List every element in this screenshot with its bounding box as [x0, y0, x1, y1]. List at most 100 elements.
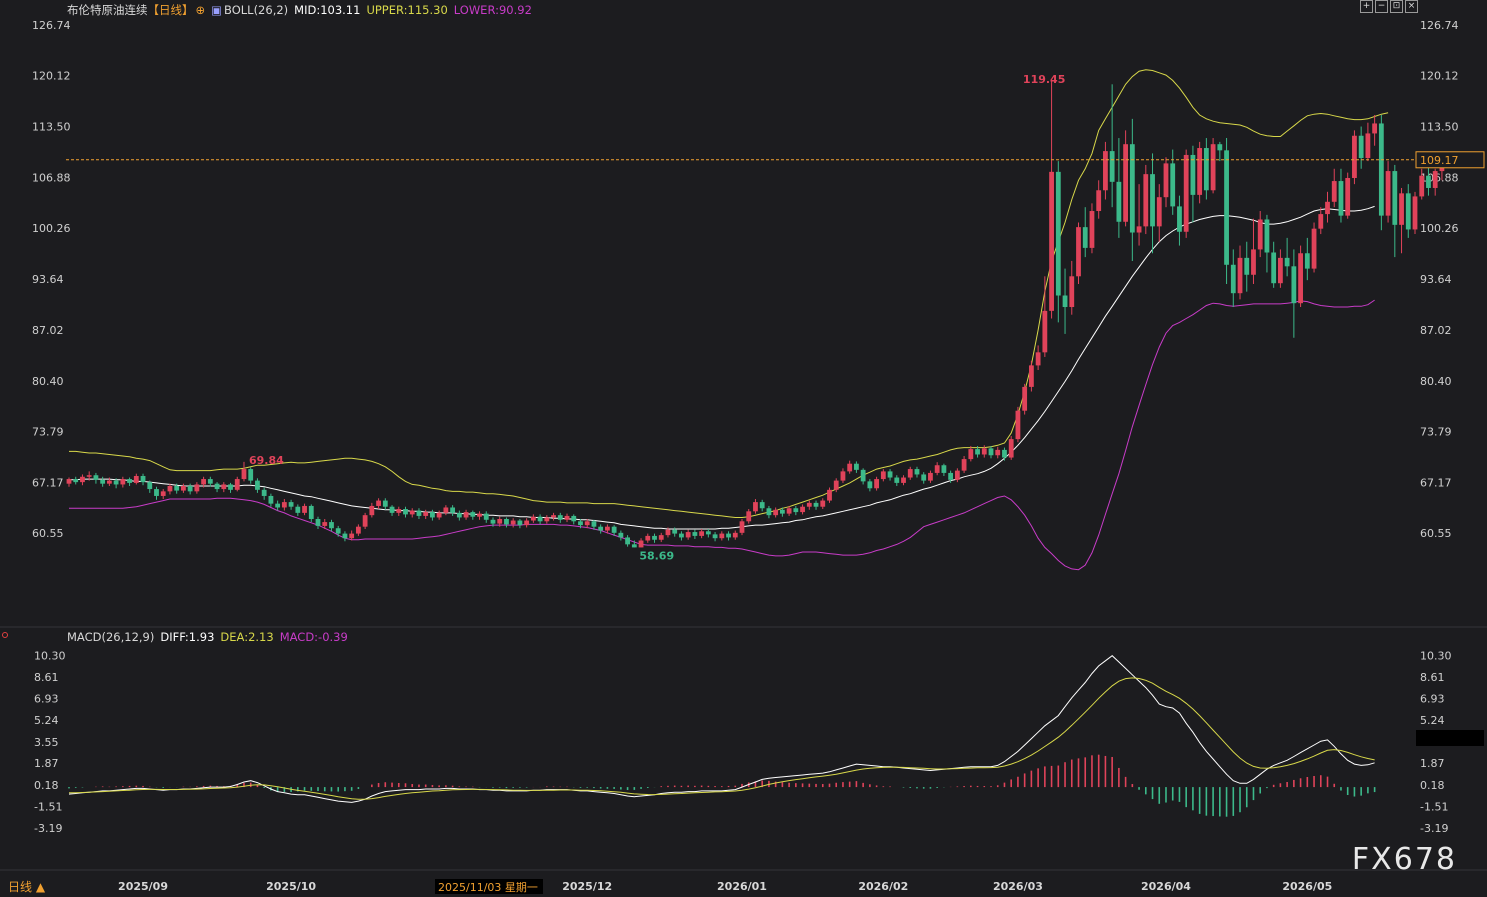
macd-dea-line [68, 677, 1375, 800]
candle-body [1257, 219, 1263, 250]
candle-body [1345, 177, 1351, 216]
candle-body [1035, 352, 1041, 366]
candle-body [907, 469, 913, 478]
y-tick-label-left: 93.64 [32, 273, 64, 286]
maximize-icon[interactable]: ⊡ [1390, 0, 1403, 13]
candle-body [773, 509, 779, 516]
candle-body [66, 479, 72, 484]
candle-body [342, 533, 348, 539]
candle-body [1076, 227, 1081, 277]
candle-body [1372, 123, 1378, 134]
y-tick-label-right: 73.79 [1420, 426, 1452, 439]
macd-value-box [1416, 730, 1484, 746]
candle-body [1028, 365, 1034, 387]
candle-body [113, 480, 119, 485]
x-tick-label: 2026/03 [993, 880, 1043, 893]
candle-body [349, 533, 355, 539]
candle-body [389, 506, 395, 513]
candle-body [1365, 133, 1371, 159]
candle-body [591, 521, 597, 527]
candle-body [712, 534, 718, 539]
candle-body [564, 515, 570, 520]
candle-body [1062, 295, 1068, 308]
candle-body [187, 485, 193, 492]
high-annotation: 119.45 [1023, 73, 1065, 86]
candle-body [1177, 206, 1182, 232]
y-tick-label-right: 87.02 [1420, 324, 1452, 337]
zoom-out-icon[interactable]: − [1375, 0, 1388, 13]
indicator-toggle-icon[interactable]: ▣ [211, 3, 222, 17]
boll-mid: MID:103.11 [294, 3, 361, 17]
candle-body [315, 519, 321, 526]
candle-body [854, 463, 859, 470]
close-icon[interactable]: × [1405, 0, 1418, 13]
candle-body [1116, 181, 1122, 222]
candle-body [1022, 386, 1028, 411]
candle-body [692, 532, 698, 536]
candle-body [281, 502, 287, 508]
candle-body [699, 531, 705, 536]
candle-body [1197, 148, 1203, 195]
candle-body [416, 510, 422, 516]
candle-body [490, 519, 496, 524]
candle-body [86, 475, 92, 477]
macd-tick-label-right: -1.51 [1420, 800, 1448, 813]
candle-body [241, 469, 247, 480]
candle-body [302, 505, 307, 513]
y-tick-label-left: 87.02 [32, 324, 64, 337]
candle-body [1405, 193, 1411, 230]
chart-toolbar: + − ⊡ × [1360, 0, 1418, 13]
candle-body [1008, 439, 1014, 458]
candle-body [880, 471, 886, 480]
candle-body [261, 489, 267, 496]
candle-body [948, 472, 954, 480]
y-tick-label-left: 113.50 [32, 121, 71, 134]
macd-tick-label-left: 6.93 [34, 693, 59, 706]
candle-body [154, 489, 159, 496]
candle-body [120, 479, 126, 485]
candle-body [181, 485, 186, 491]
candle-body [833, 480, 839, 490]
macd-value: MACD:-0.39 [279, 630, 348, 644]
candle-body [268, 495, 274, 504]
period-switch-button[interactable]: 日线 ▲ [8, 878, 45, 895]
candle-body [1338, 181, 1344, 216]
candle-body [753, 502, 758, 512]
period-tag[interactable]: 【日线】 [148, 3, 194, 17]
y-tick-label-left: 73.79 [32, 426, 64, 439]
candle-body [1103, 151, 1108, 191]
candle-body [335, 528, 341, 534]
candle-body [1224, 150, 1229, 265]
candle-body [571, 515, 577, 522]
macd-tick-label-left: 5.24 [34, 714, 59, 727]
candle-body [127, 479, 132, 483]
candle-body [894, 477, 900, 483]
candle-body [194, 484, 200, 492]
macd-tick-label-left: 10.30 [34, 650, 66, 663]
candle-body [106, 480, 112, 484]
candle-body [403, 509, 408, 515]
candle-body [1230, 264, 1236, 294]
zoom-in-icon[interactable]: + [1360, 0, 1373, 13]
candle-body [1183, 154, 1189, 232]
macd-pane-marker-icon [2, 632, 8, 638]
candle-body [1237, 257, 1243, 294]
candle-body [409, 510, 415, 515]
chart-canvas[interactable]: 126.74 126.74 120.12 120.12 113.50 113.50 106.… [0, 0, 1487, 897]
candle-body [611, 526, 617, 533]
candle-body [1129, 144, 1135, 233]
candle-body [1426, 175, 1431, 188]
candle-body [658, 535, 664, 540]
candle-body [355, 526, 361, 534]
candle-body [1042, 310, 1048, 353]
candle-body [1318, 214, 1324, 229]
candle-body [719, 533, 725, 539]
macd-tick-label-right: 10.30 [1420, 650, 1452, 663]
settings-icon[interactable]: ⊕ [196, 3, 206, 17]
candle-body [207, 479, 213, 484]
boll-mid-line [69, 205, 1375, 530]
candle-body [631, 544, 637, 548]
candle-body [578, 521, 583, 526]
x-tick-label: 2026/01 [717, 880, 767, 893]
candle-body [827, 489, 832, 501]
